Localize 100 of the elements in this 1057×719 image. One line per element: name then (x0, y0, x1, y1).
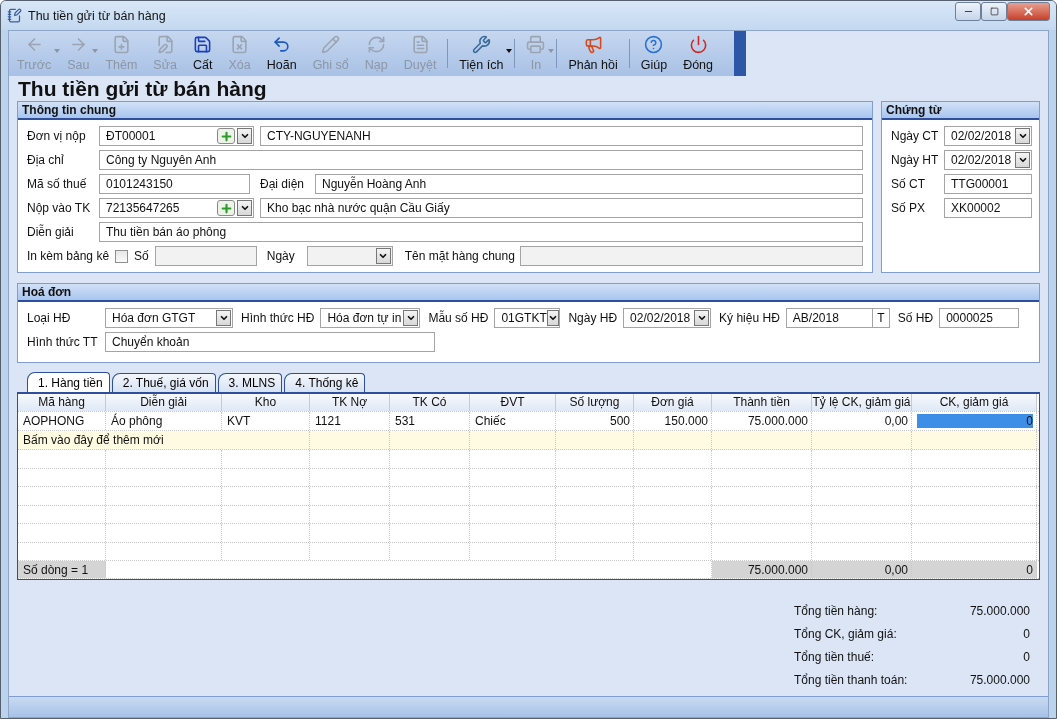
total-label: Tổng tiền thanh toán: (794, 673, 908, 688)
dropdown-icon[interactable] (237, 128, 252, 144)
table-cell: AOPHONG (18, 412, 106, 430)
column-header[interactable]: Đơn giá (634, 394, 712, 411)
toolbar-button[interactable]: Đóng (675, 31, 722, 76)
field-label: Ký hiệu HĐ (719, 311, 780, 325)
total-label: Tổng tiền hàng: (794, 604, 878, 619)
dropdown-icon[interactable] (694, 310, 710, 326)
toolbar-button[interactable]: Phản hồi (560, 31, 626, 76)
input-field[interactable]: Nguyễn Hoàng Anh (315, 174, 863, 194)
input-field[interactable]: 0101243150 (99, 174, 250, 194)
close-button[interactable] (1007, 2, 1050, 21)
input-field[interactable]: 0000025 (939, 308, 1020, 328)
table-cell: 75.000.000 (712, 561, 812, 578)
table-cell: 1121 (310, 412, 390, 430)
window-title: Thu tiền gửi từ bán hàng (28, 8, 167, 23)
field-label: Số CT (891, 177, 926, 191)
checkbox[interactable] (115, 249, 129, 263)
field-label: Ngày (266, 249, 296, 263)
total-value: 0 (1023, 627, 1030, 642)
column-header[interactable]: Tỷ lệ CK, giảm giá (812, 394, 912, 411)
field-label: Diễn giải (27, 225, 75, 239)
combo-field[interactable]: 01GTKT (494, 308, 561, 328)
column-header[interactable]: TK Nợ (310, 394, 390, 411)
table-cell: 0,00 (812, 561, 912, 578)
field-label: Số PX (891, 201, 927, 215)
maximize-button[interactable] (981, 2, 1007, 21)
dropdown-icon[interactable] (1015, 152, 1030, 168)
toolbar-button[interactable]: Cất (185, 31, 221, 76)
tab[interactable]: 1. Hàng tiền (27, 372, 110, 392)
total-value: 0 (1023, 650, 1030, 665)
column-header[interactable]: Diễn giải (106, 394, 222, 411)
toolbar-button[interactable]: Giúp (632, 31, 676, 76)
table-cell: 500 (556, 412, 634, 430)
minimize-button[interactable] (955, 2, 981, 21)
new-row-hint[interactable]: Bấm vào đây để thêm mới (18, 431, 222, 449)
input-field[interactable]: CTY-NGUYENANH (260, 126, 863, 146)
total-label: Tổng CK, giảm giá: (794, 627, 897, 642)
input-field[interactable]: TTG00001 (944, 174, 1032, 194)
input-field[interactable]: Thu tiền bán áo phông (99, 222, 863, 242)
column-header[interactable]: Mã hàng (18, 394, 106, 411)
input-field[interactable]: Chuyển khoản (105, 332, 435, 352)
combo-field[interactable]: 02/02/2018 (944, 150, 1032, 170)
toolbar-icon (583, 35, 603, 54)
field-label: Mã số thuế (27, 177, 88, 191)
dropdown-icon[interactable] (1015, 128, 1030, 144)
toolbar-button[interactable]: Hoãn (258, 31, 305, 76)
field-label: Hình thức TT (27, 335, 99, 349)
field-label: Đơn vị nộp (27, 129, 87, 143)
tab[interactable]: 4. Thống kê (284, 373, 366, 392)
column-header[interactable]: Số lượng (556, 394, 634, 411)
input-field[interactable]: XK00002 (944, 198, 1032, 218)
field-label: Tên mặt hàng chung (404, 249, 514, 263)
combo-field[interactable]: 02/02/2018 (623, 308, 712, 328)
total-label: Tổng tiền thuế: (794, 650, 875, 665)
toolbar-icon (688, 35, 708, 54)
field-label: Số HĐ (897, 311, 934, 325)
column-header[interactable]: TK Có (390, 394, 470, 411)
column-header[interactable]: ĐVT (470, 394, 556, 411)
dropdown-icon[interactable] (403, 310, 419, 326)
toolbar-icon (471, 35, 491, 54)
maximize-icon (989, 7, 999, 16)
input-field[interactable]: AB/2018 T (785, 308, 890, 328)
table-cell: 150.000 (634, 412, 712, 430)
table-cell: Chiếc (470, 412, 556, 430)
input-field[interactable]: Kho bạc nhà nước quận Cầu Giấy (260, 198, 863, 218)
column-header[interactable]: CK, giảm giá (912, 394, 1037, 411)
dropdown-icon[interactable] (237, 200, 252, 216)
combo-field[interactable]: 72135647265 (99, 198, 254, 218)
combo-field[interactable]: Hóa đơn GTGT (105, 308, 233, 328)
toolbar-icon (644, 35, 664, 54)
panel-title: Thông tin chung (18, 102, 872, 120)
combo-field[interactable]: Hóa đơn tự in (320, 308, 421, 328)
column-header[interactable]: Kho (222, 394, 310, 411)
field-label: Địa chỉ (27, 153, 65, 167)
field-label: Loại HĐ (27, 311, 72, 325)
panel-title: Chứng từ (882, 102, 1039, 120)
field-label: Số (134, 249, 149, 263)
dropdown-icon[interactable] (216, 310, 231, 326)
tab[interactable]: 3. MLNS (217, 373, 283, 392)
toolbar-icon (193, 35, 213, 54)
combo-field[interactable] (306, 246, 393, 266)
dropdown-icon[interactable] (546, 310, 559, 326)
combo-field[interactable]: 02/02/2018 (944, 126, 1032, 146)
combo-field[interactable]: ĐT00001 (99, 126, 254, 146)
table-cell: 75.000.000 (712, 412, 812, 430)
field-label: Ngày HĐ (568, 311, 618, 325)
field-label: Nộp vào TK (27, 201, 92, 215)
input-field[interactable] (154, 246, 257, 266)
total-value: 75.000.000 (969, 673, 1030, 688)
table-cell: Áo phông (106, 412, 222, 430)
table-cell: KVT (222, 412, 310, 430)
toolbar-icon (272, 35, 292, 54)
tab[interactable]: 2. Thuế, giá vốn (111, 373, 216, 392)
input-field[interactable]: Công ty Nguyên Anh (99, 150, 863, 170)
dropdown-icon[interactable] (375, 248, 391, 264)
field-label: Hình thức HĐ (241, 311, 315, 325)
toolbar-icon (366, 35, 386, 54)
input-field[interactable] (519, 246, 863, 266)
column-header[interactable]: Thành tiền (712, 394, 812, 411)
